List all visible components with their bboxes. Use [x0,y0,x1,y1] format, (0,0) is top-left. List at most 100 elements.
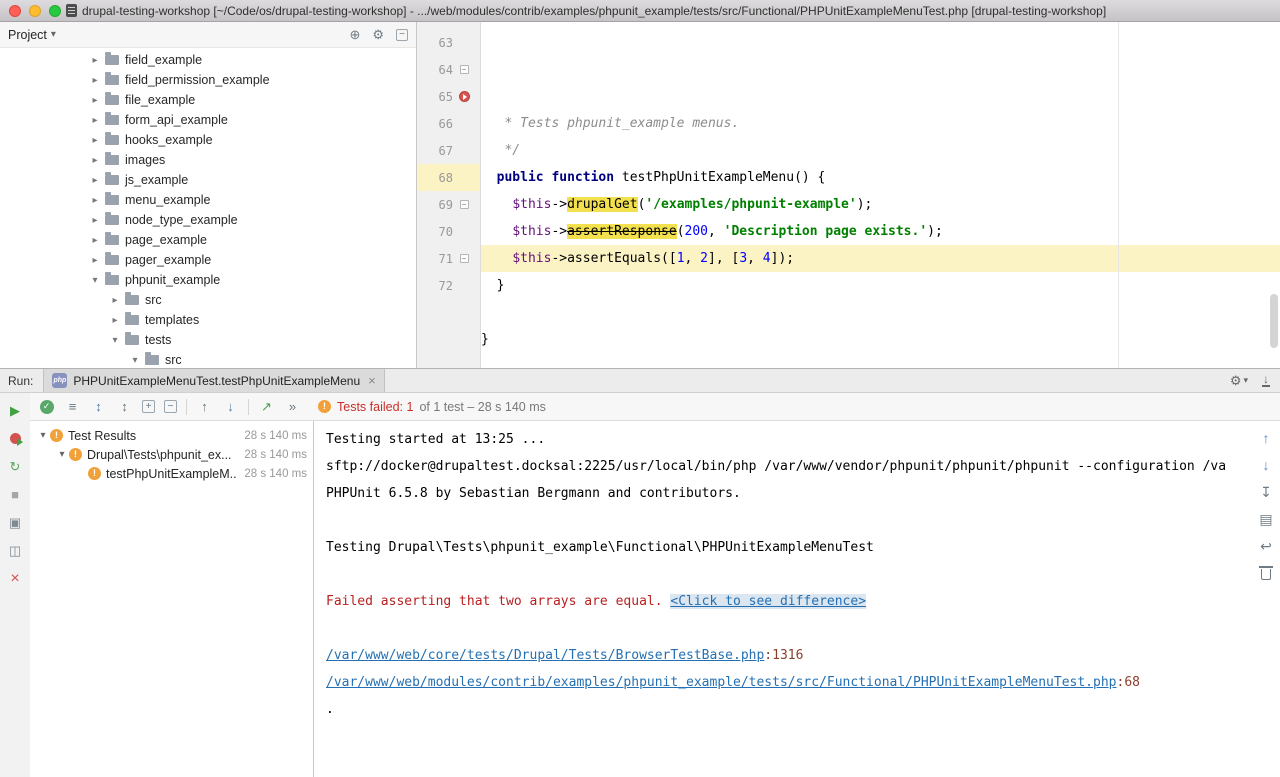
run-tab[interactable]: php PHPUnitExampleMenuTest.testPhpUnitEx… [43,369,384,392]
chevron-down-icon[interactable]: ▾ [55,449,69,460]
collapse-all-icon[interactable]: − [396,29,408,41]
rerun-test-icon[interactable]: ▶ [6,402,24,419]
run-content: ✓ ≡ ↕ ↕ + − ↑ ↓ ↗ » ! Tests failed: 1 of [30,393,1280,777]
console-link[interactable]: /var/www/web/modules/contrib/examples/ph… [326,675,1117,690]
chevron-right-icon[interactable]: ▸ [108,315,122,326]
restore-layout-icon[interactable]: ▣ [6,514,24,531]
scroll-to-end-icon[interactable]: ↧ [1260,485,1272,499]
test-tree-item[interactable]: ▾!Drupal\Tests\phpunit_ex...28 s 140 ms [30,445,313,464]
editor-code[interactable]: * Tests phpunit_example menus. */ public… [481,22,1280,368]
fold-marker-icon[interactable]: − [460,254,469,263]
failed-test-gutter-icon[interactable] [459,91,470,102]
tree-item-src[interactable]: ▾src [0,350,416,368]
tree-item-file_example[interactable]: ▸file_example [0,90,416,110]
chevron-right-icon[interactable]: ▸ [88,115,102,126]
tree-item-images[interactable]: ▸images [0,150,416,170]
import-test-results-icon[interactable]: ↗ [258,398,275,415]
code-line-63[interactable]: * Tests phpunit_example menus. [481,110,1280,137]
tree-item-page_example[interactable]: ▸page_example [0,230,416,250]
tree-item-pager_example[interactable]: ▸pager_example [0,250,416,270]
expand-all-icon[interactable]: + [142,400,155,413]
code-line-70[interactable] [481,299,1280,326]
sort-by-duration-icon[interactable]: ↕ [116,398,133,415]
minimize-window-button[interactable] [29,5,41,17]
previous-occurrence-icon[interactable]: ↑ [196,398,213,415]
tree-item-templates[interactable]: ▸templates [0,310,416,330]
chevron-down-icon[interactable]: ▾ [88,275,102,286]
tree-item-tests[interactable]: ▾tests [0,330,416,350]
chevron-down-icon[interactable]: ▾ [108,335,122,346]
chevron-right-icon[interactable]: ▸ [108,295,122,306]
print-icon[interactable]: ▤ [1259,512,1272,526]
chevron-down-icon[interactable]: ▾ [128,355,142,366]
tree-item-node_type_example[interactable]: ▸node_type_example [0,210,416,230]
clear-console-icon[interactable] [1261,566,1271,580]
tree-item-menu_example[interactable]: ▸menu_example [0,190,416,210]
locate-file-icon[interactable]: ⊕ [349,28,360,41]
tree-item-hooks_example[interactable]: ▸ hooks_example [0,130,416,150]
console-output[interactable]: Testing started at 13:25 ...sftp://docke… [314,421,1252,777]
editor[interactable]: 6364−6566676869−7071−72 * Tests phpunit_… [417,22,1280,368]
chevron-right-icon[interactable]: ▸ [88,75,102,86]
test-tree-item[interactable]: !testPhpUnitExampleM...28 s 140 ms [30,464,313,483]
pin-tab-icon[interactable]: ◫ [6,542,24,559]
chevron-down-icon[interactable]: ▾ [36,430,50,441]
tree-item-src[interactable]: ▸src [0,290,416,310]
console-line: /var/www/web/modules/contrib/examples/ph… [326,669,1252,696]
console-link[interactable]: /var/www/web/core/tests/Drupal/Tests/Bro… [326,648,764,663]
fold-marker-icon[interactable]: − [460,65,469,74]
next-occurrence-icon[interactable]: ↓ [222,398,239,415]
console-line: /var/www/web/core/tests/Drupal/Tests/Bro… [326,642,1252,669]
chevron-right-icon[interactable]: ▸ [88,255,102,266]
close-window-button[interactable] [9,5,21,17]
sort-alphabetically-icon[interactable]: ↕ [90,398,107,415]
code-line-71[interactable]: } [481,326,1280,353]
chevron-right-icon[interactable]: ▸ [88,175,102,186]
code-line-64[interactable]: */ [481,137,1280,164]
code-line-72[interactable] [481,353,1280,368]
tree-item-form_api_example[interactable]: ▸form_api_example [0,110,416,130]
fold-marker-icon[interactable]: − [460,200,469,209]
settings-gear-icon[interactable]: ⚙ [372,28,384,41]
toolbar-separator [186,399,187,415]
code-line-66[interactable]: $this->drupalGet('/examples/phpunit-exam… [481,191,1280,218]
stop-icon[interactable]: ■ [6,486,24,503]
chevron-right-icon[interactable]: ▸ [88,55,102,66]
console-link[interactable]: <Click to see difference> [670,594,866,609]
zoom-window-button[interactable] [49,5,61,17]
collapse-all-icon[interactable]: − [164,400,177,413]
down-stack-trace-icon[interactable]: ↓ [1263,458,1270,472]
console-text: Testing started at 13:25 ... [326,432,545,447]
more-options-icon[interactable]: » [284,398,301,415]
chevron-right-icon[interactable]: ▸ [88,135,102,146]
code-line-65[interactable]: public function testPhpUnitExampleMenu()… [481,164,1280,191]
code-line-69[interactable]: } [481,272,1280,299]
test-tree-item[interactable]: ▾!Test Results28 s 140 ms [30,426,313,445]
chevron-right-icon[interactable]: ▸ [88,195,102,206]
toggle-auto-test-icon[interactable]: ↻ [6,458,24,475]
code-line-67[interactable]: $this->assertResponse(200, 'Description … [481,218,1280,245]
tree-item-field_example[interactable]: ▸field_example [0,50,416,70]
chevron-right-icon[interactable]: ▸ [88,155,102,166]
console-text: Testing Drupal\Tests\phpunit_example\Fun… [326,540,874,555]
up-stack-trace-icon[interactable]: ↑ [1263,431,1270,445]
chevron-right-icon[interactable]: ▸ [88,215,102,226]
project-header-title[interactable]: Project ▾ [8,28,56,42]
tree-item-phpunit_example[interactable]: ▾phpunit_example [0,270,416,290]
tree-item-field_permission_example[interactable]: ▸field_permission_example [0,70,416,90]
chevron-right-icon[interactable]: ▸ [88,235,102,246]
close-tab-icon[interactable]: × [368,374,376,387]
show-ignored-icon[interactable]: ≡ [64,398,81,415]
code-line-68[interactable]: $this->assertEquals([1, 2], [3, 4]); [481,245,1280,272]
soft-wrap-icon[interactable]: ↩ [1260,539,1272,553]
green-ball-icon: ✓ [40,400,54,414]
hide-tool-window-icon[interactable]: ↓ [1262,374,1270,387]
run-settings-gear-icon[interactable]: ⚙ ▾ [1230,373,1248,389]
show-passed-icon[interactable]: ✓ [38,398,55,415]
editor-scrollbar[interactable] [1270,294,1278,348]
rerun-failed-tests-icon[interactable] [6,430,24,447]
tree-item-js_example[interactable]: ▸js_example [0,170,416,190]
chevron-right-icon[interactable]: ▸ [88,95,102,106]
tree-item-label: hooks_example [125,133,213,147]
close-icon[interactable]: × [6,570,24,587]
